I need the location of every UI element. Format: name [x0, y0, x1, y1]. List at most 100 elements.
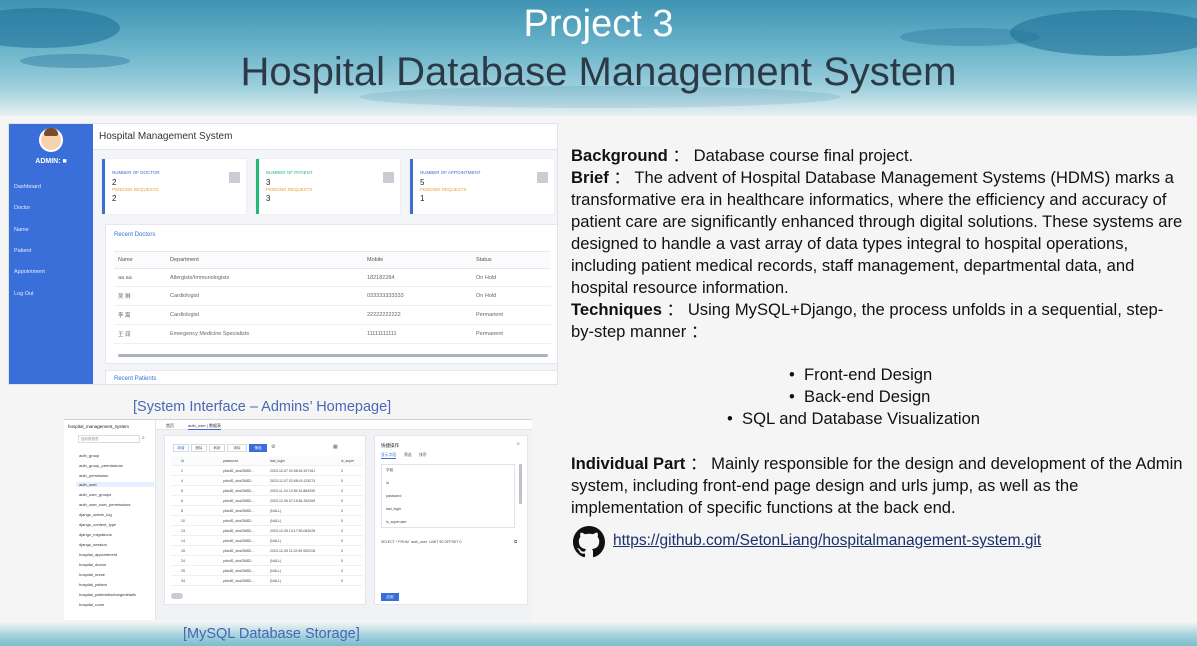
- grid-cell: 0: [341, 529, 343, 533]
- sidebar-item-name[interactable]: Name: [14, 227, 29, 233]
- tree-item[interactable]: django_content_type: [79, 522, 116, 527]
- grid-cell: 8: [181, 509, 183, 513]
- techniques-label: Techniques: [571, 300, 662, 319]
- table-row: aa aa Allergists/Immunologists 182182284…: [114, 268, 551, 287]
- settings-icon[interactable]: ⚙: [271, 444, 275, 450]
- field-checkbox[interactable]: is_superuser: [386, 520, 407, 524]
- table-cell: 李 嵩: [114, 305, 166, 325]
- refresh-button[interactable]: 刷新: [209, 444, 225, 452]
- tree-item[interactable]: hospital_patient: [79, 582, 107, 587]
- grid-cell: 0: [341, 519, 343, 523]
- grid-row[interactable]: 4 pbkdf2_sha256$3... 2023-12-07 02:58:19.1…: [171, 476, 363, 486]
- recent-patients-panel: Recent Patients: [105, 370, 557, 384]
- field-checkbox[interactable]: last_login: [386, 507, 401, 511]
- grid-cell: 0: [341, 549, 343, 553]
- mysql-caption-overlay: [MySQL Database Storage]: [183, 626, 360, 642]
- tab-filter[interactable]: 筛选: [404, 453, 412, 458]
- sidebar-item-doctor[interactable]: Doctor: [14, 205, 30, 211]
- field-checkbox[interactable]: 字段: [386, 468, 393, 473]
- editor-tabs: 首页 auth_user | 数据表: [156, 420, 532, 430]
- individual-label: Individual Part: [571, 454, 686, 473]
- tree-item[interactable]: auth_permission: [79, 473, 108, 478]
- clear-button[interactable]: 清除: [227, 444, 247, 452]
- grid-cell: pbkdf2_sha256$3...: [223, 519, 254, 523]
- stat-pending-value: 3: [266, 194, 271, 203]
- stat-label: NUMBER OF APPOINTMENT: [420, 170, 481, 175]
- grid-row[interactable]: 8 pbkdf2_sha256$3... (NULL) 0: [171, 506, 363, 516]
- grid-cell: 2023-12-05 11:22:59.052218: [270, 549, 315, 553]
- column-header: Department: [166, 251, 363, 269]
- table-cell: Emergency Medicine Specialists: [166, 324, 363, 344]
- search-icon[interactable]: ⌕: [142, 435, 145, 441]
- sidebar-item-logout[interactable]: Log Out: [14, 291, 34, 297]
- table-cell: On Hold: [472, 286, 551, 306]
- grid-row[interactable]: 25 pbkdf2_sha256$3... (NULL) 0: [171, 566, 363, 576]
- tree-item[interactable]: hospital_patientdischargedetails: [79, 592, 136, 597]
- quick-actions-title: 快捷操作: [381, 443, 399, 448]
- field-checkbox[interactable]: id: [386, 481, 389, 485]
- grid-row[interactable]: 5 pbkdf2_sha256$3... 2023-11-24 13:39:34.8…: [171, 486, 363, 496]
- admin-header: Hospital Management System: [93, 124, 557, 150]
- tree-item[interactable]: hospital_appointment: [79, 552, 117, 557]
- grid-row[interactable]: 6 pbkdf2_sha256$3... 2023-12-06 07:16:54.3…: [171, 496, 363, 506]
- grid-row[interactable]: 10 pbkdf2_sha256$3... (NULL) 0: [171, 516, 363, 526]
- add-row-button[interactable]: 新增: [173, 444, 189, 452]
- horizontal-scrollbar[interactable]: [118, 354, 548, 357]
- grid-cell: pbkdf2_sha256$3...: [223, 549, 254, 553]
- grid-cell: pbkdf2_sha256$3...: [223, 509, 254, 513]
- grid-cell: 2023-12-07 02:58:18.197161: [270, 469, 316, 473]
- delete-row-button[interactable]: 删除: [191, 444, 207, 452]
- grid-header: id password last_login is_super: [171, 456, 363, 466]
- close-icon[interactable]: ×: [516, 442, 520, 448]
- tree-item[interactable]: auth_user_user_permissions: [79, 502, 130, 507]
- brief-paragraph: Brief ： The advent of Hospital Database …: [571, 167, 1186, 299]
- github-icon: [573, 526, 605, 558]
- field-checkbox[interactable]: password: [386, 494, 401, 498]
- tab-home[interactable]: 首页: [166, 423, 174, 429]
- apply-button[interactable]: 应用: [381, 593, 399, 601]
- database-name: hospital_management_system: [68, 424, 130, 429]
- tree-item[interactable]: hospital_room: [79, 602, 104, 607]
- sidebar-item-appointment[interactable]: Appointment: [14, 269, 45, 275]
- admin-label: ADMIN: ■: [35, 158, 67, 165]
- bottom-decoration: [0, 622, 1197, 646]
- grid-cell: (NULL): [270, 519, 282, 523]
- grid-cell: 13: [181, 529, 185, 533]
- tree-item-selected[interactable]: auth_user: [76, 482, 154, 487]
- slide-subtitle: Hospital Database Management System: [240, 50, 957, 94]
- tab-display-fields[interactable]: 显示字段: [381, 453, 397, 459]
- tree-item[interactable]: auth_group_permissions: [79, 463, 123, 468]
- sidebar-item-patient[interactable]: Patient: [14, 248, 31, 254]
- column-header: Name: [114, 251, 166, 269]
- grid-cell: 6: [181, 499, 183, 503]
- grid-row[interactable]: 15 pbkdf2_sha256$3... 2023-12-05 11:22:59.…: [171, 546, 363, 556]
- admin-homepage-screenshot: ADMIN: ■ Dashboard Doctor Name Patient A…: [8, 123, 558, 385]
- tree-item[interactable]: auth_user_groups: [79, 492, 111, 497]
- filter-button[interactable]: 筛选: [249, 444, 267, 452]
- grid-row[interactable]: 14 pbkdf2_sha256$3... (NULL) 0: [171, 536, 363, 546]
- background-paragraph: Background ： Database course final proje…: [571, 145, 1186, 167]
- grid-column-header: last_login: [270, 459, 285, 463]
- grid-row[interactable]: 34 pbkdf2_sha256$3... (NULL) 0: [171, 576, 363, 586]
- tab-auth-user[interactable]: auth_user | 数据表: [188, 423, 222, 430]
- vertical-scrollbar[interactable]: [519, 464, 522, 504]
- grid-view-icon[interactable]: ▦: [333, 444, 338, 450]
- tree-item[interactable]: hospital_doctor: [79, 562, 106, 567]
- grid-row[interactable]: 1 pbkdf2_sha256$3... 2023-12-07 02:58:18.1…: [171, 466, 363, 476]
- copy-icon[interactable]: ⧉: [514, 539, 517, 544]
- tree-item[interactable]: django_admin_log: [79, 512, 112, 517]
- tab-sort[interactable]: 排序: [419, 453, 427, 458]
- grid-row[interactable]: 13 pbkdf2_sha256$3... 2023-12-05 13:17:53.…: [171, 526, 363, 536]
- grid-row[interactable]: 24 pbkdf2_sha256$3... (NULL) 0: [171, 556, 363, 566]
- grid-cell: pbkdf2_sha256$3...: [223, 479, 254, 483]
- sidebar-item-dashboard[interactable]: Dashboard: [14, 184, 41, 190]
- stat-value: 3: [266, 178, 271, 187]
- tree-item[interactable]: django_session: [79, 542, 107, 547]
- table-search-input[interactable]: 搜索数据表: [78, 435, 140, 443]
- tree-item[interactable]: hospital_nurse: [79, 572, 105, 577]
- tree-item[interactable]: auth_group: [79, 453, 99, 458]
- table-cell: On Hold: [472, 268, 551, 287]
- tree-item[interactable]: django_migrations: [79, 532, 112, 537]
- toggle-switch[interactable]: [171, 593, 183, 599]
- github-repo-link[interactable]: https://github.com/SetonLiang/hospitalma…: [613, 532, 1041, 550]
